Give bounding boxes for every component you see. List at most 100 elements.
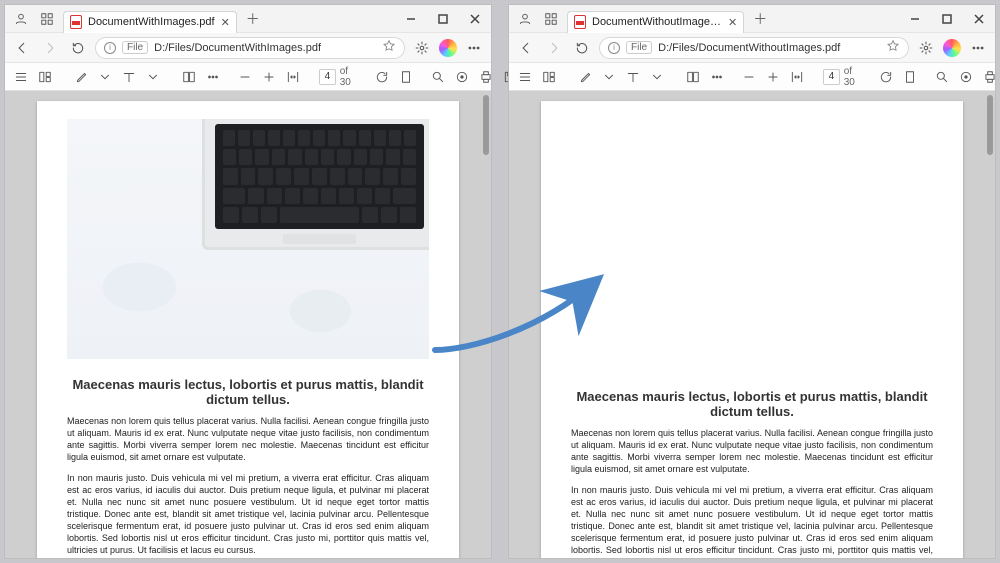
scrollbar-thumb[interactable]	[483, 95, 489, 155]
refresh-button[interactable]	[67, 37, 89, 59]
page-input[interactable]: 4	[823, 69, 840, 85]
pdf-file-icon	[70, 15, 82, 29]
read-aloud-icon[interactable]	[452, 67, 472, 87]
doc-paragraph: Maecenas non lorem quis tellus placerat …	[67, 415, 429, 464]
browser-tab[interactable]: DocumentWithoutImages.pdf ✕	[567, 11, 744, 33]
zoom-out-icon[interactable]	[739, 67, 759, 87]
pdf-toolbar: 4 of 30	[509, 63, 995, 91]
search-icon[interactable]	[428, 67, 448, 87]
page-total-label: of 30	[844, 66, 860, 88]
pdf-viewer: Maecenas mauris lectus, lobortis et puru…	[509, 91, 995, 558]
zoom-in-icon[interactable]	[259, 67, 279, 87]
rotate-icon[interactable]	[372, 67, 392, 87]
pdf-toolbar: 4 of 30	[5, 63, 491, 91]
print-icon[interactable]	[476, 67, 496, 87]
tab-label: DocumentWithoutImages.pdf	[592, 16, 722, 28]
back-button[interactable]	[515, 37, 537, 59]
thumbnail-icon[interactable]	[35, 67, 55, 87]
chevron-down-icon[interactable]	[647, 67, 667, 87]
copilot-icon[interactable]	[439, 39, 457, 57]
workspace-icon[interactable]	[37, 9, 57, 29]
text-icon[interactable]	[119, 67, 139, 87]
doc-heading: Maecenas mauris lectus, lobortis et puru…	[67, 377, 429, 407]
close-window-button[interactable]	[459, 5, 491, 33]
close-window-button[interactable]	[963, 5, 995, 33]
new-tab-button[interactable]: ＋	[243, 9, 263, 29]
page-nav: 4 of 30	[319, 66, 356, 88]
highlight-icon[interactable]	[575, 67, 595, 87]
favorite-icon[interactable]	[886, 39, 900, 56]
doc-heading: Maecenas mauris lectus, lobortis et puru…	[571, 389, 933, 419]
chevron-down-icon[interactable]	[143, 67, 163, 87]
two-page-icon[interactable]	[683, 67, 703, 87]
pdf-viewer: Maecenas mauris lectus, lobortis et puru…	[5, 91, 491, 558]
document-image	[67, 119, 429, 359]
toc-icon[interactable]	[11, 67, 31, 87]
address-bar: i File D:/Files/DocumentWithImages.pdf	[5, 33, 491, 63]
address-bar: i File D:/Files/DocumentWithoutImages.pd…	[509, 33, 995, 63]
rotate-icon[interactable]	[876, 67, 896, 87]
tab-label: DocumentWithImages.pdf	[88, 16, 215, 28]
maximize-button[interactable]	[427, 5, 459, 33]
site-info-icon[interactable]: i	[608, 42, 620, 54]
titlebar: DocumentWithImages.pdf ✕ ＋	[5, 5, 491, 33]
text-icon[interactable]	[623, 67, 643, 87]
forward-button[interactable]	[543, 37, 565, 59]
zoom-out-icon[interactable]	[235, 67, 255, 87]
url-box[interactable]: i File D:/Files/DocumentWithoutImages.pd…	[599, 37, 909, 59]
doc-paragraph: In non mauris justo. Duis vehicula mi ve…	[67, 472, 429, 557]
page-icon[interactable]	[396, 67, 416, 87]
zoom-in-icon[interactable]	[763, 67, 783, 87]
browser-tab[interactable]: DocumentWithImages.pdf ✕	[63, 11, 237, 33]
minimize-button[interactable]	[899, 5, 931, 33]
read-aloud-icon[interactable]	[956, 67, 976, 87]
doc-paragraph: Maecenas non lorem quis tellus placerat …	[571, 427, 933, 476]
settings-icon[interactable]	[411, 37, 433, 59]
url-text: D:/Files/DocumentWithoutImages.pdf	[658, 42, 840, 54]
more-icon[interactable]	[203, 67, 223, 87]
fit-width-icon[interactable]	[283, 67, 303, 87]
copilot-icon[interactable]	[943, 39, 961, 57]
browser-window-left: DocumentWithImages.pdf ✕ ＋ i File D:/Fil…	[4, 4, 492, 559]
pdf-page: Maecenas mauris lectus, lobortis et puru…	[37, 101, 459, 558]
menu-icon[interactable]	[967, 37, 989, 59]
profile-icon[interactable]	[515, 9, 535, 29]
print-icon[interactable]	[980, 67, 1000, 87]
pdf-page: Maecenas mauris lectus, lobortis et puru…	[541, 101, 963, 558]
fit-width-icon[interactable]	[787, 67, 807, 87]
site-info-icon[interactable]: i	[104, 42, 116, 54]
url-scheme-label: File	[122, 41, 148, 54]
refresh-button[interactable]	[571, 37, 593, 59]
workspace-icon[interactable]	[541, 9, 561, 29]
close-tab-icon[interactable]: ✕	[221, 16, 230, 29]
chevron-down-icon[interactable]	[95, 67, 115, 87]
minimize-button[interactable]	[395, 5, 427, 33]
favorite-icon[interactable]	[382, 39, 396, 56]
url-scheme-label: File	[626, 41, 652, 54]
close-tab-icon[interactable]: ✕	[728, 16, 737, 29]
menu-icon[interactable]	[463, 37, 485, 59]
settings-icon[interactable]	[915, 37, 937, 59]
page-input[interactable]: 4	[319, 69, 336, 85]
browser-window-right: DocumentWithoutImages.pdf ✕ ＋ i File D:/…	[508, 4, 996, 559]
thumbnail-icon[interactable]	[539, 67, 559, 87]
maximize-button[interactable]	[931, 5, 963, 33]
forward-button[interactable]	[39, 37, 61, 59]
page-nav: 4 of 30	[823, 66, 860, 88]
chevron-down-icon[interactable]	[599, 67, 619, 87]
highlight-icon[interactable]	[71, 67, 91, 87]
search-icon[interactable]	[932, 67, 952, 87]
url-text: D:/Files/DocumentWithImages.pdf	[154, 42, 321, 54]
doc-paragraph: In non mauris justo. Duis vehicula mi ve…	[571, 484, 933, 558]
two-page-icon[interactable]	[179, 67, 199, 87]
page-icon[interactable]	[900, 67, 920, 87]
url-box[interactable]: i File D:/Files/DocumentWithImages.pdf	[95, 37, 405, 59]
toc-icon[interactable]	[515, 67, 535, 87]
scrollbar-thumb[interactable]	[987, 95, 993, 155]
pdf-file-icon	[574, 15, 586, 29]
page-total-label: of 30	[340, 66, 356, 88]
profile-icon[interactable]	[11, 9, 31, 29]
more-icon[interactable]	[707, 67, 727, 87]
back-button[interactable]	[11, 37, 33, 59]
new-tab-button[interactable]: ＋	[750, 9, 770, 29]
